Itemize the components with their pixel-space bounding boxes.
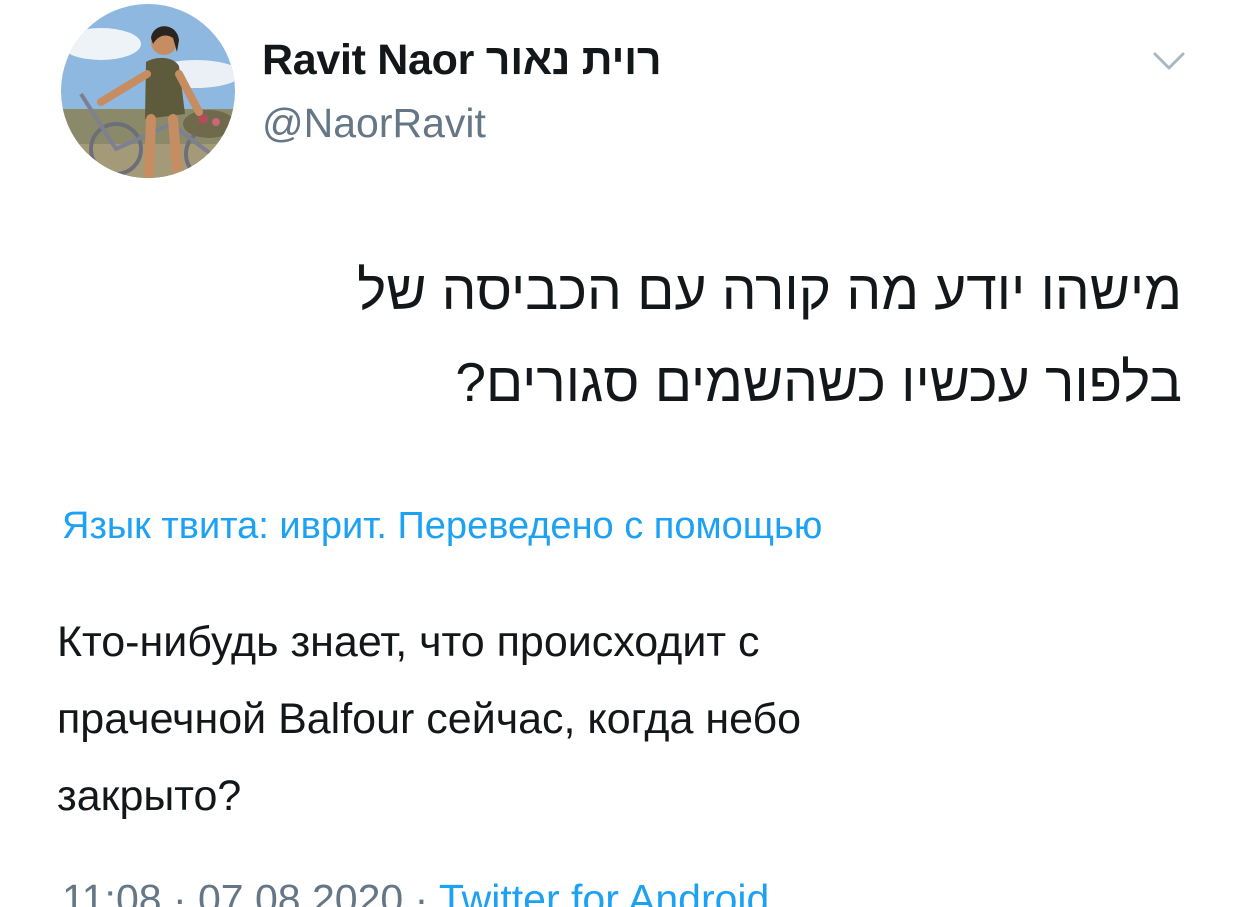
translated-text-line: прачечной Balfour сейчас, когда небо xyxy=(57,695,802,743)
translated-text: Кто-нибудь знает, что происходит с праче… xyxy=(57,604,1197,835)
tweet-source-link[interactable]: Twitter for Android xyxy=(439,876,769,907)
tweet-card: Ravit Naor רוית נאור @NaorRavit מישהו יו… xyxy=(0,0,1242,907)
tweet-text-line: מישהו יודע מה קורה עם הכביסה של xyxy=(357,259,1182,321)
tweet-text-line: בלפור עכשיו כשהשמים סגורים? xyxy=(455,351,1182,413)
avatar[interactable] xyxy=(61,4,235,178)
translated-text-line: Кто-нибудь знает, что происходит с xyxy=(57,618,760,666)
tweet-timestamp[interactable]: 11:08 · 07.08.2020 · xyxy=(62,876,439,907)
tweet-meta: 11:08 · 07.08.2020 · Twitter for Android xyxy=(62,876,1202,907)
user-handle[interactable]: @NaorRavit xyxy=(262,100,486,147)
display-name[interactable]: Ravit Naor רוית נאור xyxy=(262,36,662,85)
profile-photo-avatar xyxy=(61,4,235,178)
translation-link[interactable]: Язык твита: иврит. Переведено с помощью xyxy=(62,505,977,548)
tweet-text: מישהו יודע מה קורה עם הכביסה של בלפור עכ… xyxy=(180,244,1182,428)
chevron-down-icon[interactable] xyxy=(1150,46,1188,74)
translated-text-line: закрыто? xyxy=(57,772,242,820)
